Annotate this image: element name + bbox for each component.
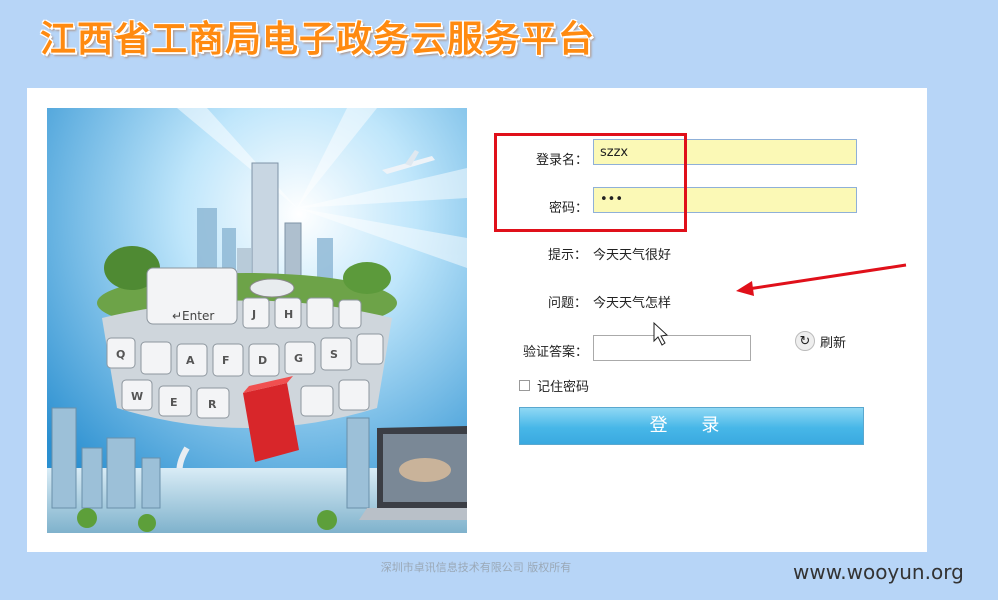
question-label: 问题： bbox=[548, 296, 588, 311]
key-h: H bbox=[284, 308, 293, 321]
refresh-captcha-button[interactable]: ↻ 刷新 bbox=[795, 331, 846, 351]
page-title: 江西省工商局电子政务云服务平台 bbox=[40, 19, 596, 60]
remember-password-label: 记住密码 bbox=[537, 380, 590, 395]
key-d: D bbox=[258, 354, 267, 367]
key-a: A bbox=[186, 354, 195, 367]
key-j: J bbox=[251, 308, 256, 321]
key-e: E bbox=[170, 396, 178, 409]
refresh-icon: ↻ bbox=[795, 331, 815, 351]
watermark: www.wooyun.org bbox=[793, 560, 964, 584]
key-g: G bbox=[294, 352, 303, 365]
hint-value: 今天天气很好 bbox=[593, 248, 672, 263]
question-value: 今天天气怎样 bbox=[593, 296, 672, 311]
captcha-input[interactable] bbox=[593, 335, 751, 361]
key-w: W bbox=[131, 390, 143, 403]
hero-image: ↵Enter J H D G F A S Q W E R bbox=[47, 108, 467, 533]
key-f: F bbox=[222, 354, 230, 367]
remember-password-checkbox[interactable]: 记住密码 bbox=[519, 376, 589, 395]
key-s: S bbox=[330, 348, 338, 361]
hint-highlight-box bbox=[494, 133, 687, 232]
refresh-label: 刷新 bbox=[820, 335, 847, 351]
captcha-label: 验证答案： bbox=[522, 345, 588, 360]
key-q: Q bbox=[116, 348, 125, 361]
enter-key-label: ↵Enter bbox=[172, 309, 214, 323]
checkbox-box[interactable] bbox=[519, 380, 530, 391]
hero-illustration: ↵Enter J H D G F A S Q W E R bbox=[47, 108, 467, 533]
hint-label: 提示： bbox=[548, 248, 588, 263]
key-r: R bbox=[208, 398, 217, 411]
login-button[interactable]: 登 录 bbox=[519, 407, 864, 445]
